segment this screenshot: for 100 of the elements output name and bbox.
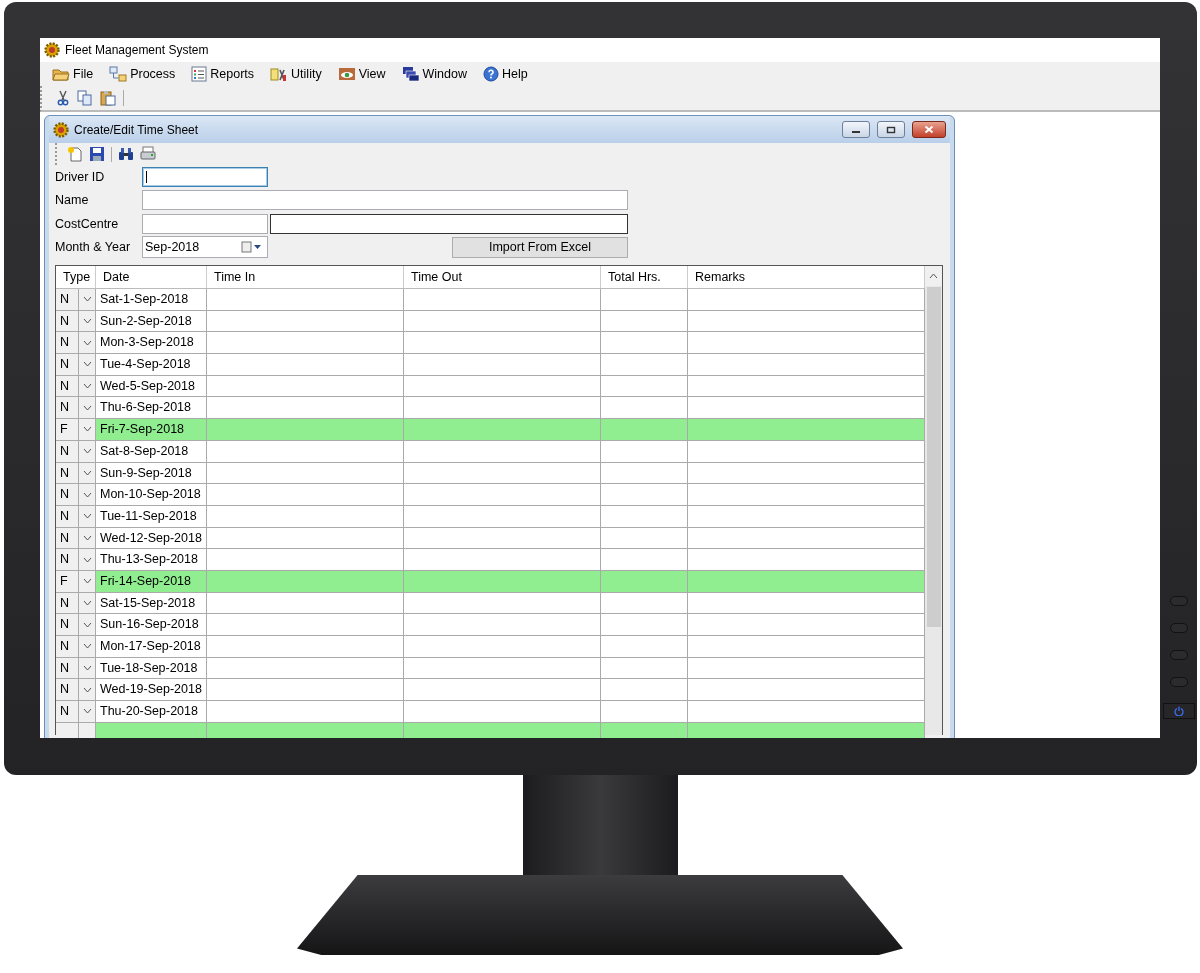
- type-dropdown[interactable]: [79, 549, 96, 571]
- table-row[interactable]: N Sat-1-Sep-2018: [56, 289, 925, 311]
- input-field[interactable]: [142, 190, 628, 211]
- chevron-down-icon: [82, 556, 92, 563]
- menu-item[interactable]: View: [335, 64, 388, 84]
- chevron-down-icon: [82, 339, 92, 346]
- menu-item[interactable]: File: [50, 64, 96, 84]
- table-row[interactable]: N Tue-4-Sep-2018: [56, 354, 925, 376]
- table-cell: F: [56, 570, 79, 593]
- table-row[interactable]: N Thu-20-Sep-2018: [56, 701, 925, 723]
- gear-icon: [44, 42, 60, 58]
- chevron-down-icon: [82, 643, 92, 650]
- chevron-down-icon: [82, 383, 92, 390]
- menu-item[interactable]: Utility: [268, 64, 324, 84]
- table-cell: N: [56, 679, 79, 702]
- type-dropdown[interactable]: [79, 289, 96, 311]
- scroll-up-button[interactable]: [925, 266, 942, 286]
- type-dropdown[interactable]: [79, 397, 96, 420]
- table-row[interactable]: N Sun-16-Sep-2018: [56, 614, 925, 636]
- type-dropdown[interactable]: [79, 484, 96, 506]
- type-dropdown[interactable]: [79, 375, 96, 398]
- chevron-down-icon: [82, 686, 92, 693]
- type-dropdown[interactable]: [79, 701, 96, 723]
- type-dropdown[interactable]: [79, 570, 96, 593]
- menu-item[interactable]: Window: [399, 64, 469, 84]
- menu-item[interactable]: Process: [107, 64, 178, 84]
- menu-item[interactable]: Help: [481, 64, 530, 84]
- help-icon: [483, 66, 499, 82]
- table-cell: N: [56, 484, 79, 506]
- maximize-button[interactable]: [877, 121, 905, 138]
- input-field[interactable]: [142, 213, 268, 234]
- chevron-down-icon: [82, 599, 92, 606]
- table-row[interactable]: N Mon-10-Sep-2018: [56, 484, 925, 506]
- flowchart-icon: [109, 66, 128, 82]
- menu-item[interactable]: Reports: [189, 64, 257, 84]
- scrollbar[interactable]: [925, 266, 942, 735]
- date-picker[interactable]: Sep-2018: [142, 236, 268, 259]
- type-dropdown[interactable]: [79, 505, 96, 528]
- type-dropdown[interactable]: [79, 332, 96, 355]
- table-cell: N: [56, 310, 79, 333]
- table-row[interactable]: F Fri-14-Sep-2018: [56, 570, 925, 593]
- power-icon: [1173, 706, 1184, 716]
- window-title: Fleet Management System: [65, 43, 209, 57]
- import-button[interactable]: Import From Excel: [452, 236, 628, 258]
- table-row[interactable]: N Thu-13-Sep-2018: [56, 549, 925, 571]
- field-label: Driver ID: [55, 169, 106, 184]
- chevron-down-icon: [82, 665, 92, 672]
- table-cell: N: [56, 657, 79, 680]
- copy-icon[interactable]: [77, 90, 93, 106]
- close-button[interactable]: [912, 121, 946, 138]
- folder-icon: [52, 66, 70, 82]
- chevron-down-icon: [82, 513, 92, 520]
- type-dropdown[interactable]: [79, 440, 96, 463]
- chevron-down-icon: [82, 318, 92, 325]
- table-row[interactable]: N Sun-9-Sep-2018: [56, 462, 925, 485]
- minimize-button[interactable]: [842, 121, 870, 138]
- printer-icon[interactable]: [140, 146, 156, 162]
- table-row[interactable]: N Mon-17-Sep-2018: [56, 636, 925, 658]
- table-row[interactable]: N Wed-12-Sep-2018: [56, 527, 925, 550]
- type-dropdown[interactable]: [79, 679, 96, 702]
- chevron-up-icon: [929, 273, 938, 279]
- type-dropdown[interactable]: [79, 614, 96, 636]
- child-window-title: Create/Edit Time Sheet: [74, 122, 200, 137]
- type-dropdown[interactable]: [79, 657, 96, 680]
- maximize-icon: [886, 125, 896, 134]
- table-row[interactable]: N Sun-2-Sep-2018: [56, 310, 925, 333]
- save-icon[interactable]: [89, 146, 105, 162]
- chevron-down-icon: [82, 578, 92, 585]
- table-row[interactable]: N Tue-18-Sep-2018: [56, 657, 925, 680]
- type-dropdown[interactable]: [79, 310, 96, 333]
- table-cell: N: [56, 614, 79, 636]
- type-dropdown[interactable]: [79, 592, 96, 615]
- table-row[interactable]: N Mon-3-Sep-2018: [56, 332, 925, 355]
- type-dropdown[interactable]: [79, 527, 96, 550]
- type-dropdown[interactable]: [79, 354, 96, 376]
- text-cursor: [146, 170, 147, 183]
- input-field[interactable]: [270, 213, 628, 234]
- table-row[interactable]: N Wed-19-Sep-2018: [56, 679, 925, 702]
- tools-icon: [270, 66, 289, 82]
- table-cell: Sat-8-Sep-2018: [96, 440, 207, 463]
- binoculars-icon[interactable]: [118, 146, 134, 162]
- paste-icon[interactable]: [100, 90, 116, 106]
- table-row[interactable]: N Wed-5-Sep-2018: [56, 375, 925, 398]
- table-row[interactable]: N Tue-11-Sep-2018: [56, 505, 925, 528]
- table-row[interactable]: F Fri-7-Sep-2018: [56, 419, 925, 441]
- field-label: Name: [55, 193, 90, 208]
- table-row[interactable]: N Sat-15-Sep-2018: [56, 592, 925, 615]
- scissors-icon[interactable]: [56, 90, 70, 106]
- table-row[interactable]: N Sat-8-Sep-2018: [56, 440, 925, 463]
- table-cell: N: [56, 354, 79, 376]
- list-icon: [191, 66, 208, 82]
- type-dropdown[interactable]: [79, 636, 96, 658]
- table-row[interactable]: N Thu-6-Sep-2018: [56, 397, 925, 420]
- input-field[interactable]: [142, 166, 268, 187]
- type-dropdown[interactable]: [79, 419, 96, 441]
- scroll-thumb[interactable]: [926, 287, 941, 627]
- table-cell: Thu-13-Sep-2018: [96, 549, 207, 571]
- type-dropdown[interactable]: [79, 462, 96, 485]
- new-document-icon[interactable]: [67, 146, 83, 162]
- table-cell: N: [56, 397, 79, 420]
